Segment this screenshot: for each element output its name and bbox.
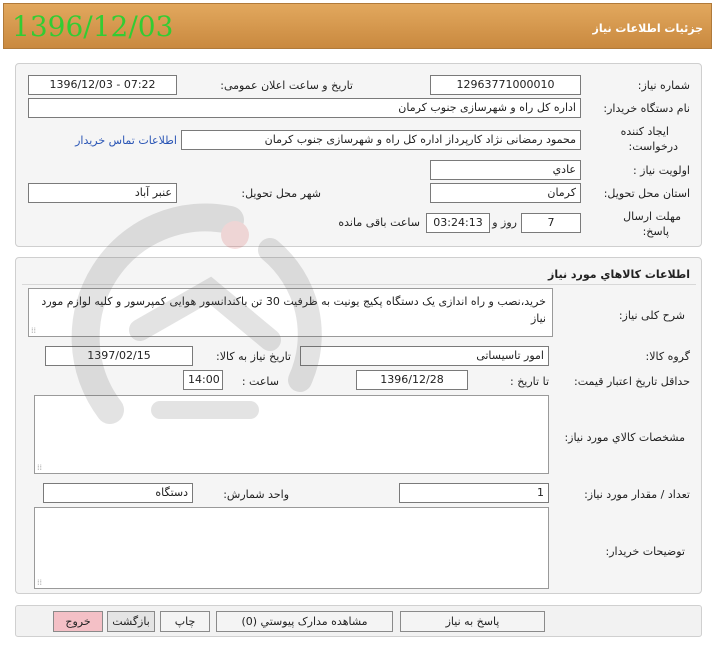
reply-button[interactable]: پاسخ به نیاز <box>400 611 545 632</box>
announce-date-label: تاریخ و ساعت اعلان عمومی: <box>220 79 353 92</box>
deadline-label-line1: مهلت ارسال <box>623 210 681 223</box>
time-remaining-label: ساعت باقی مانده <box>338 216 420 229</box>
announce-date-field: 1396/12/03 - 07:22 <box>28 75 177 95</box>
days-label: روز و <box>492 216 517 229</box>
print-button[interactable]: چاپ <box>160 611 210 632</box>
buyer-notes-textarea[interactable]: ⁞⁞ <box>34 507 549 589</box>
time-remaining-field: 03:24:13 <box>426 213 490 233</box>
priority-label: اولویت نیاز : <box>632 164 690 177</box>
need-number-field: 12963771000010 <box>430 75 581 95</box>
buyer-org-label: نام دستگاه خریدار: <box>603 102 690 115</box>
resize-grip-icon[interactable]: ⁞⁞ <box>31 326 36 335</box>
creator-label-line1: ایجاد کننده <box>620 125 669 138</box>
date-stamp: 1396/12/03 <box>12 10 174 43</box>
unit-label: واحد شمارش: <box>223 488 289 501</box>
deadline-label-line2: پاسخ: <box>642 225 669 238</box>
view-attachments-button[interactable]: مشاهده مدارک پیوستي (0) <box>216 611 393 632</box>
goods-section-title: اطلاعات کالاهاي مورد نياز <box>548 268 690 281</box>
priority-field: عادي <box>430 160 581 180</box>
goods-group-label: گروه کالا: <box>645 350 690 363</box>
days-remaining-field: 7 <box>521 213 581 233</box>
summary-label: شرح کلی نیاز: <box>618 309 685 322</box>
exit-button[interactable]: خروج <box>53 611 103 632</box>
quantity-field: 1 <box>399 483 549 503</box>
unit-field: دستگاه <box>43 483 193 503</box>
min-validity-label: حداقل تاریخ اعتبار قیمت: <box>574 375 690 388</box>
until-date-field: 1396/12/28 <box>356 370 468 390</box>
buyer-org-field: اداره کل راه و شهرسازی جنوب کرمان <box>28 98 581 118</box>
buyer-contact-link[interactable]: اطلاعات تماس خریدار <box>75 134 177 147</box>
until-date-label: تا تاریخ : <box>510 375 549 388</box>
specs-label: مشخصات کالاي مورد نياز: <box>564 431 685 444</box>
resize-grip-icon[interactable]: ⁞⁞ <box>37 463 42 472</box>
creator-label-line2: درخواست: <box>628 140 678 153</box>
buyer-notes-label: توضیحات خریدار: <box>605 545 686 558</box>
back-button[interactable]: بازگشت <box>107 611 155 632</box>
resize-grip-icon[interactable]: ⁞⁞ <box>37 578 42 587</box>
quantity-label: تعداد / مقدار مورد نیاز: <box>584 488 690 501</box>
watermark-logo <box>71 203 322 424</box>
page-title: جزئیات اطلاعات نیاز <box>592 22 704 35</box>
need-number-label: شماره نیاز: <box>637 79 690 92</box>
creator-field: محمود رمضانی نژاد کارپرداز اداره کل راه … <box>181 130 581 150</box>
province-field: کرمان <box>430 183 581 203</box>
province-label: استان محل تحویل: <box>603 187 690 200</box>
